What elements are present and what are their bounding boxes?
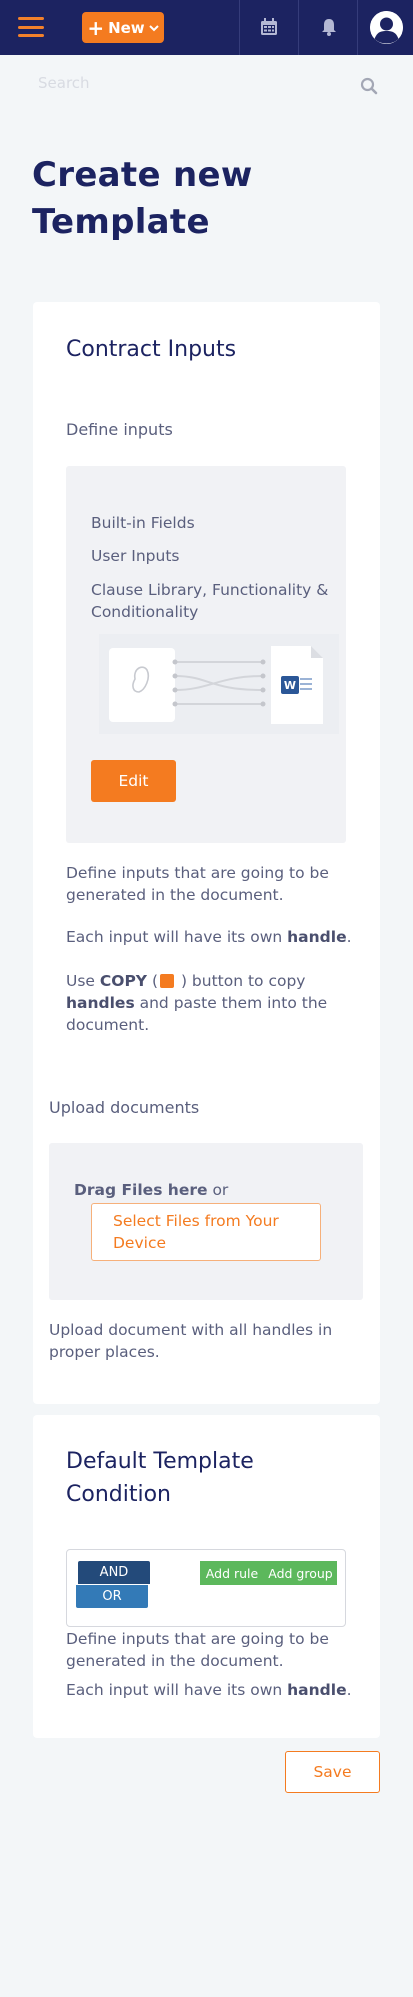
condition-handle-bold: handle [287, 1681, 347, 1699]
drag-files-or: or [207, 1181, 229, 1199]
plus-icon: + [87, 15, 105, 40]
bell-icon[interactable] [318, 16, 340, 38]
edit-inputs-button[interactable]: Edit [91, 760, 176, 802]
feature-clause-library: Clause Library, Functionality & Conditio… [91, 581, 329, 621]
handle-bold: handle [287, 928, 347, 946]
select-files-button[interactable]: Select Files from Your Device [91, 1203, 321, 1261]
top-navbar: + New [0, 0, 413, 55]
handle-description: Each input will have its own handle. [66, 926, 356, 948]
drag-files-bold: Drag Files here [74, 1181, 208, 1199]
copy-text-mid: ) button to copy [176, 972, 306, 990]
default-condition-title: Default Template Condition [66, 1449, 254, 1507]
upload-documents-label: Upload documents [49, 1098, 200, 1117]
condition-handle-text: Each input will have its own [66, 1681, 288, 1699]
condition-handle-end: . [346, 1681, 352, 1699]
and-toggle[interactable]: AND [78, 1561, 150, 1584]
new-button[interactable]: + New [82, 12, 164, 43]
add-group-button[interactable]: Add group [264, 1561, 337, 1585]
inputs-panel: Built-in Fields User Inputs Clause Libra… [66, 466, 346, 843]
define-inputs-label: Define inputs [66, 420, 173, 439]
nav-divider [239, 0, 240, 55]
user-avatar-icon[interactable] [370, 11, 403, 44]
search-icon[interactable] [360, 77, 378, 95]
query-builder: AND OR Add rule Add group [66, 1549, 346, 1627]
chevron-down-icon [148, 24, 159, 31]
feature-built-in-fields: Built-in Fields [91, 514, 195, 532]
search-bar [38, 74, 378, 100]
feature-user-inputs: User Inputs [91, 547, 180, 565]
drag-files-text: Drag Files here or [74, 1181, 228, 1199]
handles-bold: handles [66, 994, 135, 1012]
copy-use-text: Use [66, 972, 100, 990]
inputs-to-word-illustration: W [99, 634, 339, 734]
handle-description-end: . [346, 928, 352, 946]
upload-dropzone[interactable]: Drag Files here or Select Files from You… [49, 1143, 363, 1300]
condition-description: Define inputs that are going to be gener… [66, 1630, 329, 1670]
copy-paren-open: ( [147, 972, 159, 990]
calendar-icon[interactable] [258, 16, 280, 38]
default-condition-card: Default Template Condition AND OR Add ru… [33, 1415, 380, 1738]
or-toggle[interactable]: OR [76, 1585, 148, 1608]
copy-description: Use COPY ( ) button to copy handles and … [66, 970, 356, 1036]
copy-bold: COPY [99, 972, 148, 990]
contract-inputs-title: Contract Inputs [66, 337, 237, 362]
define-inputs-description: Define inputs that are going to be gener… [66, 864, 329, 904]
condition-handle-description: Each input will have its own handle. [66, 1679, 356, 1701]
upload-description: Upload document with all handles in prop… [49, 1321, 333, 1361]
add-rule-button[interactable]: Add rule [200, 1561, 264, 1585]
copy-icon [160, 974, 175, 988]
svg-text:W: W [284, 679, 296, 692]
new-button-label: New [108, 18, 145, 37]
handle-description-text: Each input will have its own [66, 928, 288, 946]
hamburger-icon[interactable] [18, 17, 44, 37]
nav-divider [357, 0, 358, 55]
search-input[interactable] [38, 74, 338, 92]
nav-divider [298, 0, 299, 55]
page-title: Create new Template [32, 155, 253, 242]
contract-inputs-card: Contract Inputs Define inputs Built-in F… [33, 302, 380, 1404]
save-button[interactable]: Save [285, 1751, 380, 1793]
